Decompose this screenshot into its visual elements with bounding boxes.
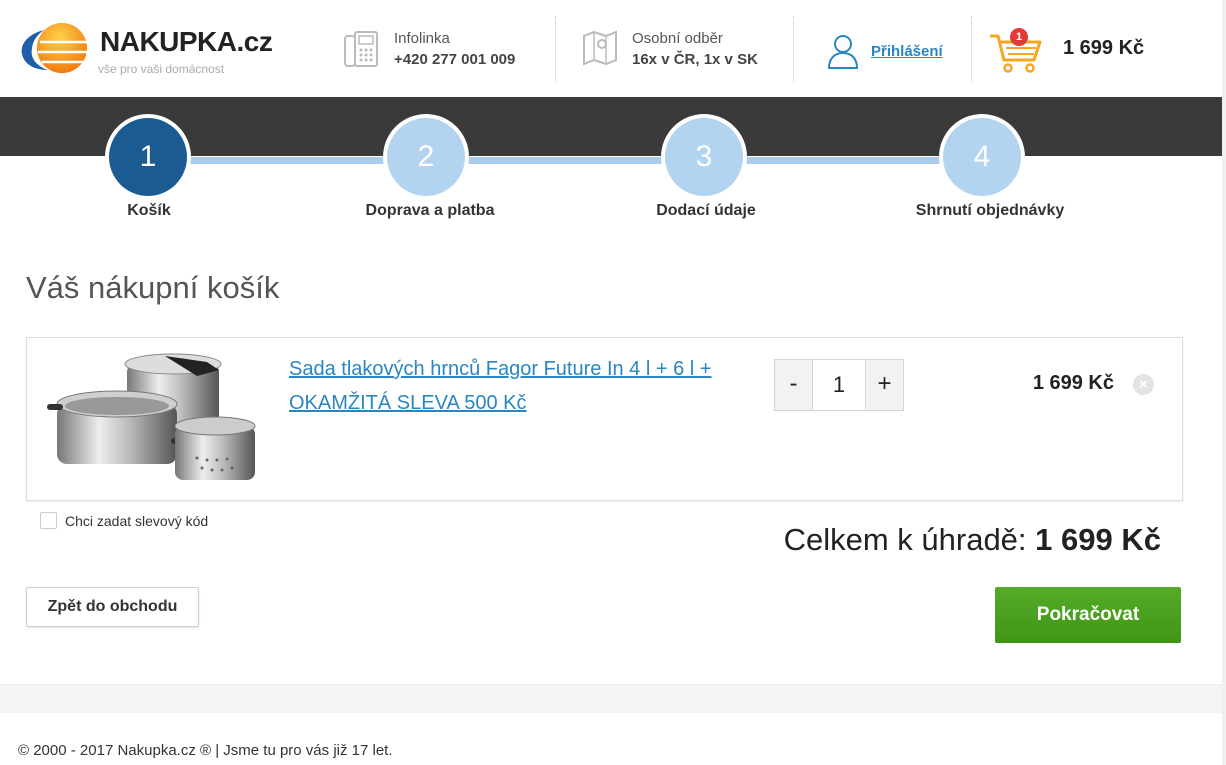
step-label: Dodací údaje	[656, 202, 756, 219]
phone-icon	[344, 31, 378, 67]
cart-item-row: Sada tlakových hrnců Fagor Future In 4 l…	[26, 337, 1183, 501]
step-number: 1	[109, 118, 187, 196]
quantity-decrease-button[interactable]: -	[775, 360, 813, 410]
step-label: Doprava a platba	[365, 202, 495, 219]
product-image[interactable]	[47, 346, 259, 492]
order-total: Celkem k úhradě: 1 699 Kč	[700, 522, 1161, 558]
step-2: 2	[383, 114, 469, 200]
step-label: Shrnutí objednávky	[915, 202, 1065, 219]
step-number: 3	[665, 118, 743, 196]
step-number: 4	[943, 118, 1021, 196]
remove-item-icon[interactable]: ×	[1133, 374, 1154, 395]
step-3: 3	[661, 114, 747, 200]
step-4: 4	[939, 114, 1025, 200]
scrollbar-track[interactable]	[1222, 0, 1226, 765]
step-number: 2	[387, 118, 465, 196]
product-name-link[interactable]: Sada tlakových hrnců Fagor Future In 4 l…	[289, 352, 759, 420]
infolinka-phone[interactable]: +420 277 001 009	[394, 51, 515, 68]
order-total-label: Celkem k úhradě:	[783, 522, 1027, 557]
steps-track	[148, 157, 982, 164]
map-icon	[583, 30, 617, 66]
cart-count-badge: 1	[1010, 28, 1028, 46]
quantity-stepper: - 1 +	[774, 359, 904, 411]
quantity-input[interactable]: 1	[813, 360, 865, 410]
infolinka-label: Infolinka	[394, 30, 450, 47]
logo-brand: NAKUPKA.cz	[100, 26, 273, 57]
login-link[interactable]: Přihlášení	[871, 43, 943, 60]
logo-tagline: vše pro vaši domácnost	[98, 62, 225, 76]
site-header: NAKUPKA.cz vše pro vaši domácnost Infoli…	[0, 0, 1222, 97]
footer-divider	[0, 684, 1222, 713]
pickup-value: 16x v ČR, 1x v SK	[632, 51, 758, 68]
continue-button[interactable]: Pokračovat	[995, 587, 1181, 643]
user-icon	[827, 35, 859, 69]
quantity-increase-button[interactable]: +	[865, 360, 903, 410]
item-price: 1 699 Kč	[1032, 372, 1114, 394]
discount-checkbox[interactable]	[40, 512, 57, 529]
back-to-shop-button[interactable]: Zpět do obchodu	[26, 587, 199, 627]
discount-label[interactable]: Chci zadat slevový kód	[65, 513, 208, 529]
site-logo[interactable]: NAKUPKA.cz vše pro vaši domácnost	[18, 20, 273, 78]
header-divider	[555, 16, 556, 82]
logo-globe-icon	[21, 23, 88, 73]
pickup-label: Osobní odběr	[632, 30, 723, 47]
header-divider	[971, 16, 972, 82]
footer-copyright: © 2000 - 2017 Nakupka.cz ® | Jsme tu pro…	[18, 742, 393, 759]
cart-total: 1 699 Kč	[1063, 37, 1145, 59]
page-title: Váš nákupní košík	[26, 270, 280, 305]
step-label: Košík	[127, 202, 171, 219]
header-divider	[793, 16, 794, 82]
step-1[interactable]: 1	[105, 114, 191, 200]
order-total-value: 1 699 Kč	[1035, 522, 1161, 557]
